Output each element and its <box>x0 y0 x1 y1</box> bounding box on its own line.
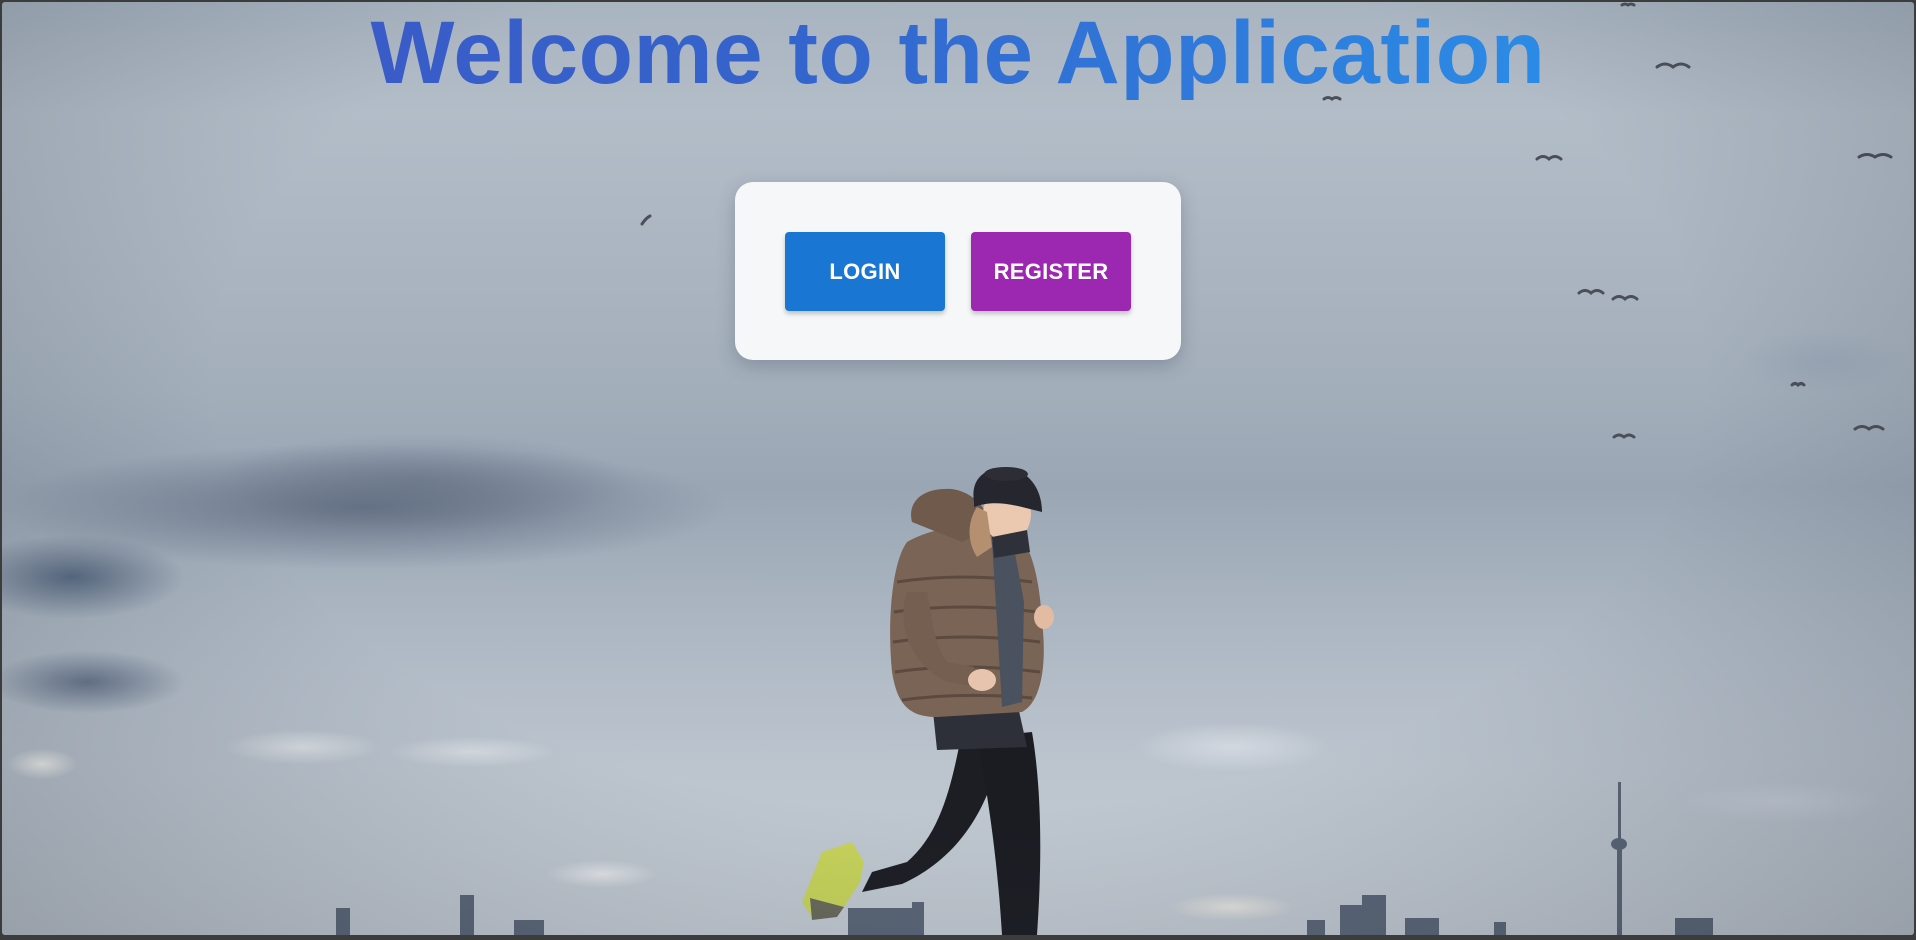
birds-decoration <box>336 2 1893 935</box>
auth-card: LOGIN REGISTER <box>735 182 1181 360</box>
background-photo: Welcome to the Application LOGIN REGISTE… <box>2 2 1914 935</box>
vignette-overlay <box>2 2 1914 935</box>
page-title: Welcome to the Application <box>2 4 1914 100</box>
register-button[interactable]: REGISTER <box>971 232 1131 311</box>
runner-figure <box>802 467 1054 935</box>
app-window: Welcome to the Application LOGIN REGISTE… <box>0 0 1916 940</box>
login-button[interactable]: LOGIN <box>785 232 945 311</box>
window-bottom-border <box>0 935 1916 940</box>
